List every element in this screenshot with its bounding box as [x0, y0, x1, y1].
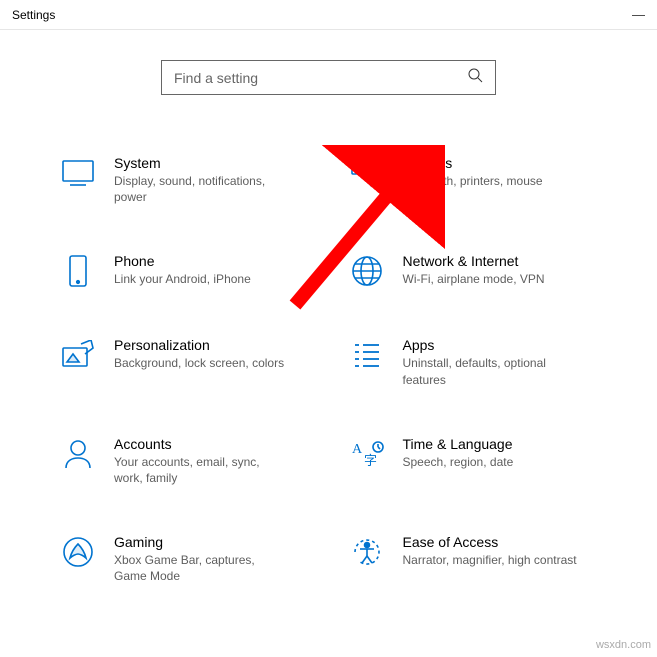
- tile-desc: Speech, region, date: [403, 454, 514, 470]
- tile-title: System: [114, 155, 289, 171]
- tile-desc: Display, sound, notifications, power: [114, 173, 289, 205]
- window-controls: —: [632, 7, 645, 22]
- tile-system[interactable]: System Display, sound, notifications, po…: [60, 155, 309, 205]
- tile-text: Phone Link your Android, iPhone: [114, 253, 251, 287]
- search-box[interactable]: [161, 60, 496, 95]
- settings-grid: System Display, sound, notifications, po…: [0, 95, 657, 585]
- search-container: [0, 60, 657, 95]
- tile-personalization[interactable]: Personalization Background, lock screen,…: [60, 337, 309, 387]
- tile-desc: Bluetooth, printers, mouse: [403, 173, 543, 189]
- apps-icon: [349, 337, 385, 373]
- tile-text: Gaming Xbox Game Bar, captures, Game Mod…: [114, 534, 289, 584]
- tile-accounts[interactable]: Accounts Your accounts, email, sync, wor…: [60, 436, 309, 486]
- gaming-icon: [60, 534, 96, 570]
- tile-text: Time & Language Speech, region, date: [403, 436, 514, 470]
- tile-phone[interactable]: Phone Link your Android, iPhone: [60, 253, 309, 289]
- svg-text:A: A: [352, 442, 363, 457]
- tile-desc: Narrator, magnifier, high contrast: [403, 552, 577, 568]
- window-title: Settings: [12, 8, 55, 22]
- phone-icon: [60, 253, 96, 289]
- tile-text: Ease of Access Narrator, magnifier, high…: [403, 534, 577, 568]
- search-input[interactable]: [174, 70, 454, 86]
- tile-text: System Display, sound, notifications, po…: [114, 155, 289, 205]
- personalization-icon: [60, 337, 96, 373]
- ease-of-access-icon: [349, 534, 385, 570]
- tile-text: Accounts Your accounts, email, sync, wor…: [114, 436, 289, 486]
- tile-time-language[interactable]: A 字 Time & Language Speech, region, date: [349, 436, 598, 486]
- tile-title: Devices: [403, 155, 543, 171]
- tile-desc: Background, lock screen, colors: [114, 355, 284, 371]
- tile-network[interactable]: Network & Internet Wi-Fi, airplane mode,…: [349, 253, 598, 289]
- tile-desc: Link your Android, iPhone: [114, 271, 251, 287]
- network-icon: [349, 253, 385, 289]
- tile-title: Network & Internet: [403, 253, 545, 269]
- tile-title: Accounts: [114, 436, 289, 452]
- tile-title: Time & Language: [403, 436, 514, 452]
- time-language-icon: A 字: [349, 436, 385, 472]
- titlebar: Settings —: [0, 0, 657, 30]
- tile-title: Personalization: [114, 337, 284, 353]
- search-icon[interactable]: [467, 67, 483, 88]
- tile-devices[interactable]: Devices Bluetooth, printers, mouse: [349, 155, 598, 205]
- tile-apps[interactable]: Apps Uninstall, defaults, optional featu…: [349, 337, 598, 387]
- tile-ease-of-access[interactable]: Ease of Access Narrator, magnifier, high…: [349, 534, 598, 584]
- tile-desc: Uninstall, defaults, optional features: [403, 355, 578, 387]
- tile-title: Ease of Access: [403, 534, 577, 550]
- tile-text: Personalization Background, lock screen,…: [114, 337, 284, 371]
- tile-desc: Xbox Game Bar, captures, Game Mode: [114, 552, 289, 584]
- tile-text: Network & Internet Wi-Fi, airplane mode,…: [403, 253, 545, 287]
- tile-desc: Your accounts, email, sync, work, family: [114, 454, 289, 486]
- svg-text:字: 字: [364, 453, 377, 468]
- tile-title: Gaming: [114, 534, 289, 550]
- tile-text: Devices Bluetooth, printers, mouse: [403, 155, 543, 189]
- watermark: wsxdn.com: [596, 639, 651, 651]
- tile-title: Apps: [403, 337, 578, 353]
- devices-icon: [349, 155, 385, 191]
- tile-title: Phone: [114, 253, 251, 269]
- system-icon: [60, 155, 96, 191]
- minimize-icon[interactable]: —: [632, 7, 645, 22]
- tile-gaming[interactable]: Gaming Xbox Game Bar, captures, Game Mod…: [60, 534, 309, 584]
- tile-desc: Wi-Fi, airplane mode, VPN: [403, 271, 545, 287]
- accounts-icon: [60, 436, 96, 472]
- tile-text: Apps Uninstall, defaults, optional featu…: [403, 337, 578, 387]
